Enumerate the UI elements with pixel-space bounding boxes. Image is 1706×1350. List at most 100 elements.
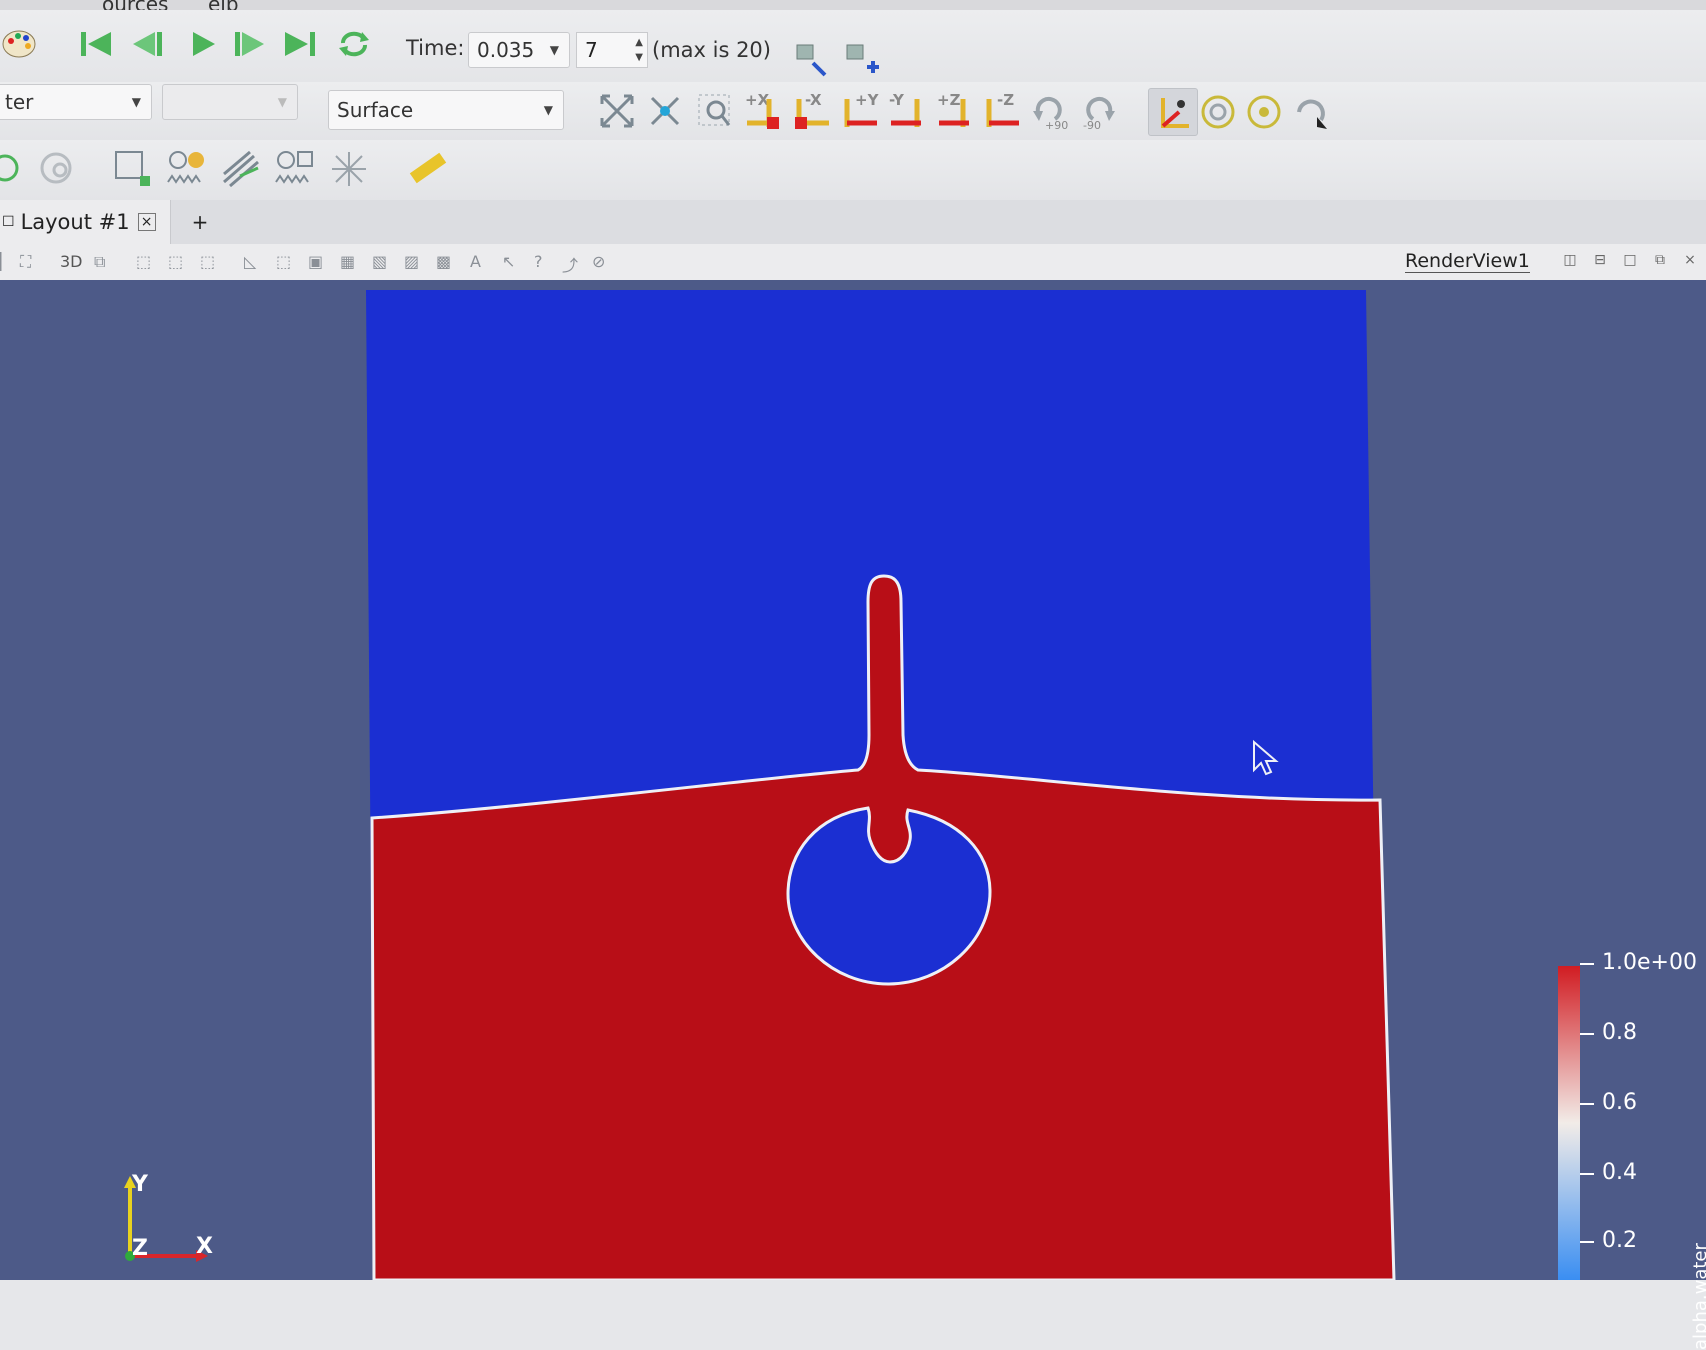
glyph-filter-icon[interactable]: [326, 146, 372, 192]
chevron-down-icon: ▼: [277, 95, 287, 109]
layout-tab-bar: ☐ Layout #1 × +: [0, 200, 1706, 245]
rotate-plus-90-icon[interactable]: +90: [1028, 90, 1072, 136]
scalar-bar-title: alpha.water: [1690, 1243, 1706, 1350]
pick-center-icon[interactable]: [1242, 90, 1286, 134]
grow-selection-icon[interactable]: ▨: [404, 252, 419, 271]
stream-tracer-icon[interactable]: [218, 146, 264, 192]
first-frame-icon[interactable]: [78, 24, 114, 64]
shrink-selection-icon[interactable]: ▩: [436, 252, 451, 271]
render-view-title: RenderView1: [1405, 250, 1530, 273]
timestep-spinbox[interactable]: 7 ▲ ▼: [576, 32, 648, 68]
select-cells-icon[interactable]: ⬚: [136, 252, 151, 271]
loop-icon[interactable]: [336, 24, 372, 64]
reset-closest-icon[interactable]: [644, 90, 686, 132]
max-timestep-label: (max is 20): [652, 38, 771, 62]
scalar-bar-label-08: 0.8: [1602, 1020, 1637, 1045]
split-horizontal-icon[interactable]: ◫: [1560, 250, 1580, 270]
reset-camera-icon[interactable]: [596, 90, 638, 132]
view-toolbar: ▏ ⛶ 3D ⧉ ⬚ ⬚ ⬚ ◺ ⬚ ▣ ▦ ▧ ▨ ▩ A ↖ ? ⤴ ⊘ R…: [0, 244, 1706, 281]
play-icon[interactable]: [184, 24, 220, 64]
tab-checkbox-icon: ☐: [2, 214, 15, 230]
hover-points-icon[interactable]: ▦: [340, 252, 355, 271]
vcr-toolbar: Time: 0.035 ▼ 7 ▲ ▼ (max is 20): [0, 10, 1706, 93]
common-filters-toolbar: [0, 140, 1706, 201]
previous-frame-icon[interactable]: [128, 24, 164, 64]
probe-over-time-icon[interactable]: [272, 146, 318, 192]
time-value: 0.035: [477, 38, 535, 62]
chevron-down-icon: ▼: [549, 43, 559, 57]
split-icon[interactable]: ▏: [0, 252, 12, 271]
rotate-around-icon[interactable]: [1288, 90, 1332, 134]
view-plus-y-icon[interactable]: +Y: [838, 91, 882, 134]
representation-toolbar: ter ▼ ▼ Surface ▼ +X -X +Y -Y +Z -Z +90 …: [0, 82, 1706, 140]
rotate-plus-label: +90: [1045, 119, 1069, 132]
capture-icon[interactable]: ⛶: [20, 252, 31, 272]
axis-z-label: Z: [132, 1236, 148, 1261]
spin-arrows-icon[interactable]: ▲ ▼: [635, 35, 643, 65]
add-camera-icon[interactable]: [842, 38, 882, 78]
scalar-bar-gradient: [1558, 966, 1580, 1280]
help-icon[interactable]: ?: [534, 252, 543, 271]
scalar-bar-label-max: 1.0e+00: [1602, 950, 1697, 975]
last-frame-icon[interactable]: [282, 24, 318, 64]
hover-cells-icon[interactable]: ▧: [372, 252, 387, 271]
scalar-bar-label-04: 0.4: [1602, 1160, 1637, 1185]
add-tab-button[interactable]: +: [176, 200, 224, 244]
select-block-icon[interactable]: ⬚: [276, 252, 291, 271]
tab-layout-1[interactable]: ☐ Layout #1 ×: [0, 200, 171, 244]
zoom-to-box-icon[interactable]: [694, 90, 736, 132]
maximize-icon[interactable]: □: [1620, 250, 1640, 270]
select-frustum-icon[interactable]: ⬚: [200, 252, 215, 271]
time-label: Time:: [406, 36, 465, 60]
time-combo[interactable]: 0.035 ▼: [468, 32, 570, 68]
scalar-bar-ticks: [1580, 963, 1594, 1243]
extract-selection-icon[interactable]: [110, 146, 156, 192]
clear-selection-icon[interactable]: A: [470, 252, 481, 271]
chevron-down-icon: ▼: [131, 95, 141, 109]
representation-combo-value: Surface: [337, 98, 414, 122]
plot-over-time-icon[interactable]: [164, 146, 210, 192]
next-frame-icon[interactable]: [232, 24, 268, 64]
camera-link-icon[interactable]: [792, 38, 832, 78]
camera-undo-icon[interactable]: ⧉: [94, 252, 105, 272]
select-polygon-icon[interactable]: ◺: [244, 252, 256, 271]
add-tab-label: +: [191, 210, 209, 234]
close-icon[interactable]: ×: [137, 213, 156, 231]
simulation-scene: [124, 290, 1594, 1280]
split-vertical-icon[interactable]: ⊟: [1590, 250, 1610, 270]
axis-y-label: Y: [132, 1172, 148, 1197]
view-minus-x-icon[interactable]: -X: [790, 91, 834, 134]
ruler-icon[interactable]: [402, 146, 452, 192]
annotation-icon[interactable]: ⤴: [562, 252, 578, 276]
orientation-axes-toggle-icon[interactable]: [1148, 88, 1198, 136]
center-axes-icon[interactable]: [1196, 90, 1240, 134]
view-plus-z-icon[interactable]: +Z: [934, 91, 978, 134]
toggle-3d-button[interactable]: 3D: [60, 252, 83, 271]
view-plus-x-icon[interactable]: +X: [742, 91, 786, 134]
render-view[interactable]: 1.0e+00 0.8 0.6 0.4 0.2 alpha.water Y Z …: [0, 280, 1706, 1350]
array-combo[interactable]: ▼: [162, 84, 298, 120]
filter-combo[interactable]: ter ▼: [0, 84, 152, 120]
chevron-down-icon: ▼: [543, 103, 553, 117]
scalar-bar-label-02: 0.2: [1602, 1228, 1637, 1253]
menu-bar: [0, 0, 1706, 10]
filter-combo-value: ter: [5, 90, 34, 114]
tab-label: Layout #1: [20, 210, 130, 234]
edit-selection-icon[interactable]: ↖: [502, 252, 515, 271]
view-minus-y-icon[interactable]: -Y: [886, 91, 930, 134]
axis-x-label: X: [196, 1234, 213, 1259]
calculator-filter-icon[interactable]: [0, 148, 24, 188]
rotate-minus-90-icon[interactable]: -90: [1076, 90, 1120, 136]
stop-icon[interactable]: ⊘: [592, 252, 605, 271]
palette-icon[interactable]: [0, 24, 40, 64]
contour-filter-icon[interactable]: [34, 146, 78, 190]
select-points-icon[interactable]: ⬚: [168, 252, 183, 271]
restore-icon[interactable]: ⧉: [1650, 250, 1670, 270]
timestep-value: 7: [585, 38, 598, 62]
interactive-select-icon[interactable]: ▣: [308, 252, 323, 271]
close-view-icon[interactable]: ×: [1680, 250, 1700, 270]
scalar-bar-label-06: 0.6: [1602, 1090, 1637, 1115]
rotate-minus-label: -90: [1083, 119, 1101, 132]
representation-combo[interactable]: Surface ▼: [328, 90, 564, 130]
view-minus-z-icon[interactable]: -Z: [980, 91, 1024, 134]
